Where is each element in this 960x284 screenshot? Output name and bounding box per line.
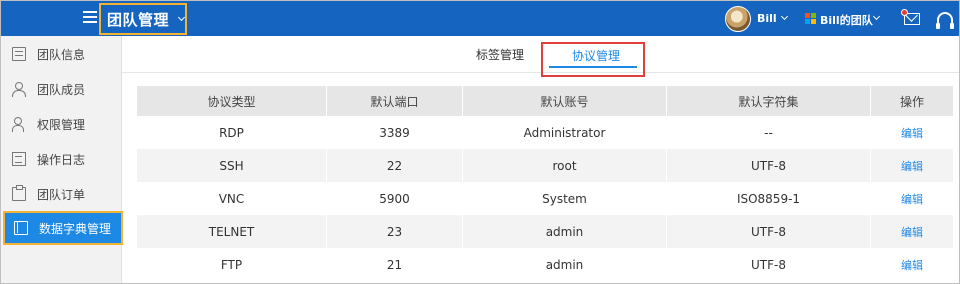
document-icon bbox=[12, 47, 26, 61]
chevron-down-icon bbox=[177, 13, 186, 21]
action-cell: 编辑 bbox=[871, 182, 953, 215]
default-account-cell: admin bbox=[463, 215, 667, 248]
active-tab-indicator bbox=[549, 66, 637, 68]
column-header: 默认字符集 bbox=[667, 86, 871, 116]
default-charset-cell: UTF-8 bbox=[667, 248, 871, 281]
default-account-cell: System bbox=[463, 182, 667, 215]
column-header: 操作 bbox=[899, 94, 924, 109]
column-header: 默认账号 bbox=[463, 86, 667, 116]
people-icon bbox=[12, 82, 26, 97]
team-title: 团队管理 bbox=[107, 10, 170, 29]
default-port-cell: 5900 bbox=[327, 182, 463, 215]
team-menu-chevron-icon[interactable] bbox=[872, 12, 881, 21]
protocol-type-cell: SSH bbox=[137, 149, 327, 182]
user-avatar[interactable] bbox=[725, 6, 751, 32]
tab-bar: 标签管理 协议管理 bbox=[122, 36, 959, 77]
headset-icon[interactable] bbox=[936, 12, 954, 29]
table-header-row: 协议类型 默认端口 默认账号 默认字符集 操作 bbox=[137, 86, 953, 116]
protocol-type-cell: FTP bbox=[137, 248, 327, 281]
table-row: FTP 21 admin UTF-8 编辑 bbox=[137, 248, 953, 281]
sidebar: 团队信息 团队成员 权限管理 操作日志 团队订单 数据字典管理 bbox=[1, 36, 123, 283]
edit-link[interactable]: 编辑 bbox=[901, 125, 923, 141]
sidebar-item-permissions[interactable]: 权限管理 bbox=[1, 107, 122, 141]
default-charset-cell: -- bbox=[667, 116, 871, 149]
edit-link[interactable]: 编辑 bbox=[901, 158, 923, 174]
sidebar-item-team-info[interactable]: 团队信息 bbox=[1, 37, 122, 71]
protocol-type-cell: VNC bbox=[137, 182, 327, 215]
default-port-cell: 23 bbox=[327, 215, 463, 248]
team-grid-icon bbox=[805, 13, 816, 24]
log-icon bbox=[12, 152, 26, 166]
default-port-cell: 3389 bbox=[327, 116, 463, 149]
user-name[interactable]: Bill bbox=[757, 12, 777, 25]
sidebar-item-label: 团队成员 bbox=[37, 82, 86, 97]
protocol-type-cell: RDP bbox=[137, 116, 327, 149]
book-icon bbox=[14, 221, 28, 235]
protocol-table: 协议类型 默认端口 默认账号 默认字符集 操作 RDP 3389 Adminis… bbox=[137, 86, 953, 281]
action-cell: 编辑 bbox=[871, 116, 953, 149]
notification-dot bbox=[901, 9, 908, 16]
user-menu-chevron-icon[interactable] bbox=[780, 12, 789, 21]
team-switcher[interactable]: 团队管理 bbox=[99, 3, 187, 35]
column-header: 默认端口 bbox=[327, 86, 463, 116]
table-row: RDP 3389 Administrator -- 编辑 bbox=[137, 116, 953, 149]
protocol-type-cell: TELNET bbox=[137, 215, 327, 248]
sidebar-item-team-orders[interactable]: 团队订单 bbox=[1, 177, 122, 211]
sidebar-item-label: 团队信息 bbox=[37, 47, 86, 62]
tab-protocol-label: 协议管理 bbox=[572, 49, 621, 63]
default-account-cell: admin bbox=[463, 248, 667, 281]
person-key-icon bbox=[12, 117, 26, 132]
edit-link[interactable]: 编辑 bbox=[901, 224, 923, 240]
default-charset-cell: UTF-8 bbox=[667, 215, 871, 248]
default-port-cell: 22 bbox=[327, 149, 463, 182]
sidebar-item-operation-log[interactable]: 操作日志 bbox=[1, 142, 122, 176]
clipboard-icon bbox=[12, 185, 26, 201]
edit-link[interactable]: 编辑 bbox=[901, 191, 923, 207]
hamburger-menu-icon[interactable] bbox=[83, 11, 97, 23]
sidebar-item-data-dictionary[interactable]: 数据字典管理 bbox=[3, 211, 123, 245]
default-charset-cell: UTF-8 bbox=[667, 149, 871, 182]
default-account-cell: Administrator bbox=[463, 116, 667, 149]
action-cell: 编辑 bbox=[871, 215, 953, 248]
column-header: 协议类型 bbox=[137, 86, 327, 116]
sidebar-item-label: 数据字典管理 bbox=[39, 221, 112, 236]
default-charset-cell: ISO8859-1 bbox=[667, 182, 871, 215]
team-name[interactable]: Bill的团队 bbox=[820, 12, 873, 28]
tab-protocol-management[interactable]: 协议管理 bbox=[541, 42, 645, 77]
sidebar-item-team-members[interactable]: 团队成员 bbox=[1, 72, 122, 106]
table-row: SSH 22 root UTF-8 编辑 bbox=[137, 149, 953, 182]
table-row: VNC 5900 System ISO8859-1 编辑 bbox=[137, 182, 953, 215]
sidebar-item-label: 团队订单 bbox=[37, 187, 86, 202]
sidebar-item-label: 权限管理 bbox=[37, 117, 86, 132]
action-cell: 编辑 bbox=[871, 149, 953, 182]
default-port-cell: 21 bbox=[327, 248, 463, 281]
sidebar-item-label: 操作日志 bbox=[37, 152, 86, 167]
action-cell: 编辑 bbox=[871, 248, 953, 281]
tab-tag-management[interactable]: 标签管理 bbox=[476, 46, 524, 63]
table-row: TELNET 23 admin UTF-8 编辑 bbox=[137, 215, 953, 248]
edit-link[interactable]: 编辑 bbox=[901, 257, 923, 273]
default-account-cell: root bbox=[463, 149, 667, 182]
top-bar: 团队管理 Bill Bill的团队 bbox=[1, 1, 959, 36]
